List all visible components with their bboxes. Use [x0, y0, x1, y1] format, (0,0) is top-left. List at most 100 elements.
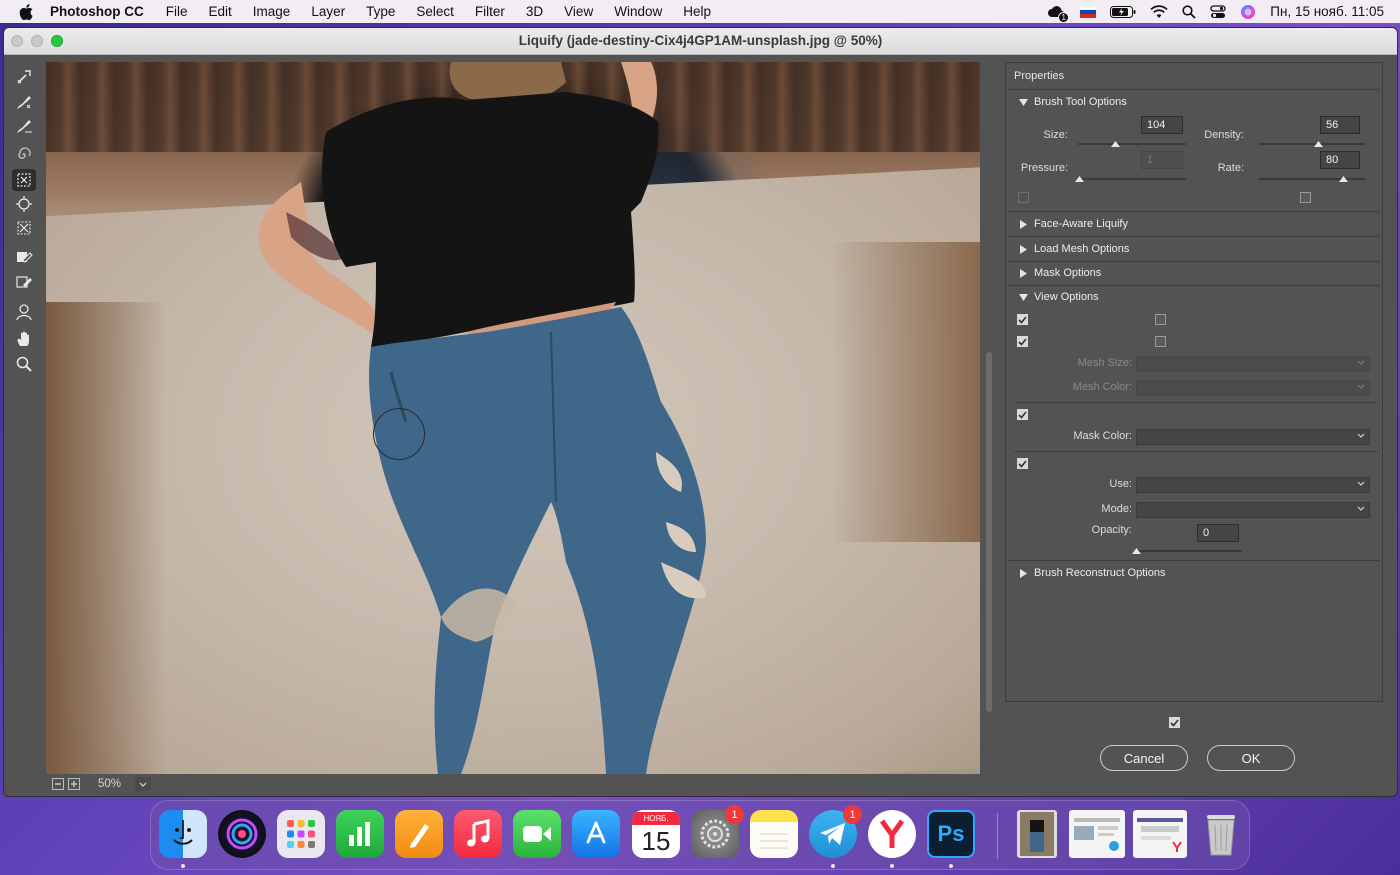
notes-icon[interactable]: [750, 810, 798, 858]
section-brush-tool-options[interactable]: Brush Tool Options: [1008, 90, 1380, 114]
size-slider[interactable]: [1078, 143, 1186, 145]
mask-color-select[interactable]: [1136, 429, 1370, 445]
checkmark-icon: [1170, 718, 1179, 727]
size-slider-knob[interactable]: [1111, 141, 1121, 147]
show-mask-checkbox[interactable]: [1017, 409, 1028, 420]
running-indicator: [831, 864, 835, 868]
rate-slider[interactable]: [1259, 178, 1365, 180]
mesh-color-select[interactable]: [1136, 380, 1370, 396]
siri-app-icon[interactable]: [218, 810, 266, 858]
menu-select[interactable]: Select: [416, 4, 454, 19]
menu-layer[interactable]: Layer: [311, 4, 345, 19]
menu-edit[interactable]: Edit: [209, 4, 232, 19]
density-slider-knob[interactable]: [1313, 141, 1323, 147]
zoom-out-button[interactable]: [52, 778, 64, 790]
opacity-input[interactable]: [1197, 524, 1239, 542]
telegram-icon[interactable]: 1: [809, 805, 862, 858]
rate-input[interactable]: [1320, 151, 1360, 169]
section-face-aware-liquify[interactable]: Face-Aware Liquify: [1008, 212, 1380, 236]
rate-label: Rate:: [1217, 162, 1244, 174]
bloat-tool-icon[interactable]: [12, 193, 36, 215]
show-mesh-checkbox[interactable]: [1155, 336, 1166, 347]
size-input[interactable]: [1141, 116, 1183, 134]
density-slider[interactable]: [1259, 143, 1365, 145]
liquify-window: Liquify (jade-destiny-Cix4j4GP1AM-unspla…: [3, 27, 1398, 797]
menu-help[interactable]: Help: [683, 4, 711, 19]
section-load-mesh-options[interactable]: Load Mesh Options: [1008, 237, 1380, 261]
spotlight-search-icon[interactable]: [1182, 4, 1196, 19]
rate-slider-knob[interactable]: [1339, 176, 1349, 182]
launchpad-icon[interactable]: [277, 810, 325, 858]
pressure-input[interactable]: [1141, 151, 1183, 169]
mesh-size-select[interactable]: [1136, 356, 1370, 372]
menu-view[interactable]: View: [564, 4, 593, 19]
notification-badge: 1: [1058, 11, 1070, 23]
menu-image[interactable]: Image: [253, 4, 291, 19]
menu-filter[interactable]: Filter: [475, 4, 505, 19]
flag-icon[interactable]: [1080, 5, 1097, 18]
pin-edges-checkbox[interactable]: [1300, 192, 1311, 203]
recent-screenshot-thumbnail[interactable]: [1069, 810, 1125, 858]
ok-button[interactable]: OK: [1207, 745, 1295, 771]
section-mask-options[interactable]: Mask Options: [1008, 261, 1380, 285]
pressure-slider[interactable]: [1078, 178, 1186, 180]
calendar-icon[interactable]: НОЯБ. 15: [632, 810, 680, 858]
liquify-canvas[interactable]: [46, 62, 980, 774]
control-center-icon[interactable]: [1210, 4, 1226, 19]
show-backdrop-checkbox[interactable]: [1017, 458, 1028, 469]
siri-icon[interactable]: [1240, 4, 1256, 20]
hand-tool-icon[interactable]: [12, 328, 36, 350]
menubar-clock[interactable]: Пн, 15 нояб. 11:05: [1270, 4, 1384, 19]
opacity-slider[interactable]: [1136, 550, 1242, 552]
freeze-mask-tool-icon[interactable]: [12, 246, 36, 268]
yandex-browser-icon[interactable]: [868, 810, 916, 858]
cancel-button[interactable]: Cancel: [1100, 745, 1188, 771]
show-face-overlay-checkbox[interactable]: [1155, 314, 1166, 325]
system-preferences-icon[interactable]: 1: [691, 805, 744, 858]
twirl-clockwise-tool-icon[interactable]: [12, 144, 36, 166]
forward-warp-tool-icon[interactable]: [12, 66, 36, 88]
canvas-scrollbar-thumb[interactable]: [986, 352, 992, 712]
section-brush-reconstruct-options[interactable]: Brush Reconstruct Options: [1008, 561, 1380, 585]
apple-icon[interactable]: [16, 0, 36, 23]
push-left-tool-icon[interactable]: [12, 217, 36, 239]
menu-app-name[interactable]: Photoshop CC: [50, 4, 144, 19]
battery-icon[interactable]: [1110, 5, 1136, 18]
creative-cloud-icon[interactable]: 1: [1046, 3, 1070, 23]
smooth-tool-icon[interactable]: [12, 115, 36, 137]
mode-select[interactable]: [1136, 502, 1370, 518]
density-input[interactable]: [1320, 116, 1360, 134]
opacity-slider-knob[interactable]: [1131, 548, 1141, 554]
menu-file[interactable]: File: [166, 4, 188, 19]
wifi-icon[interactable]: [1150, 4, 1168, 19]
menu-3d[interactable]: 3D: [526, 4, 543, 19]
app-store-icon[interactable]: [572, 810, 620, 858]
menu-type[interactable]: Type: [366, 4, 395, 19]
zoom-tool-icon[interactable]: [12, 353, 36, 375]
show-guides-checkbox[interactable]: [1017, 314, 1028, 325]
preview-checkbox[interactable]: [1169, 717, 1180, 728]
facetime-icon[interactable]: [513, 810, 561, 858]
pages-icon[interactable]: [395, 810, 443, 858]
recent-window-thumbnail[interactable]: [1133, 810, 1187, 858]
thaw-mask-tool-icon[interactable]: [12, 271, 36, 293]
zoom-in-button[interactable]: [68, 778, 80, 790]
show-image-checkbox[interactable]: [1017, 336, 1028, 347]
photoshop-icon[interactable]: Ps: [927, 810, 975, 858]
reconstruct-tool-icon[interactable]: [12, 91, 36, 113]
numbers-icon[interactable]: [336, 810, 384, 858]
recent-photo-thumbnail[interactable]: [1017, 810, 1057, 858]
zoom-dropdown[interactable]: [135, 777, 152, 791]
face-tool-icon[interactable]: [12, 301, 36, 323]
finder-icon[interactable]: [159, 810, 207, 858]
music-icon[interactable]: [454, 810, 502, 858]
stylus-pressure-checkbox[interactable]: [1018, 192, 1029, 203]
use-select[interactable]: [1136, 477, 1370, 493]
pucker-tool-icon[interactable]: [12, 169, 36, 191]
trash-icon[interactable]: [1197, 810, 1245, 858]
opacity-label: Opacity:: [1091, 524, 1132, 536]
menu-window[interactable]: Window: [614, 4, 662, 19]
section-view-options[interactable]: View Options: [1008, 285, 1380, 309]
canvas-scrollbar[interactable]: [984, 62, 994, 774]
pressure-slider-knob[interactable]: [1074, 176, 1084, 182]
